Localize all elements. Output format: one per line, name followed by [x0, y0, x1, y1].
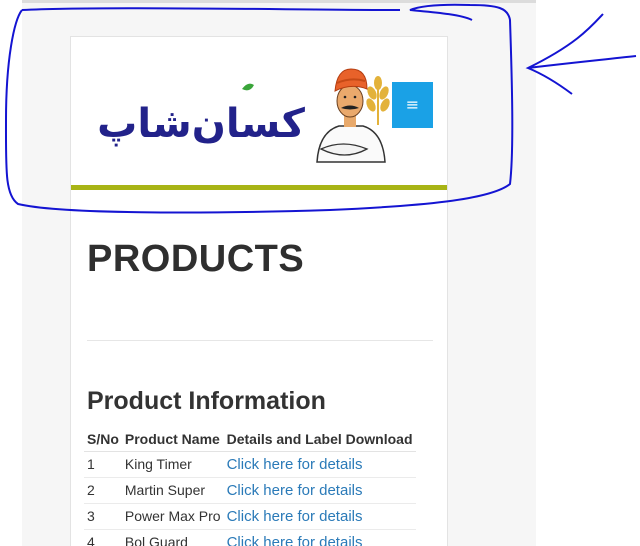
wheat-icon — [366, 76, 390, 125]
row-product-name: King Timer — [121, 451, 224, 478]
column-header-product-name: Product Name — [121, 427, 224, 452]
details-link[interactable]: Click here for details — [227, 534, 363, 546]
hamburger-icon: ≡ — [405, 95, 420, 114]
header-accent-bar — [71, 185, 447, 190]
row-sno: 4 — [84, 529, 122, 546]
details-link[interactable]: Click here for details — [227, 456, 363, 473]
row-product-name: Martin Super — [121, 477, 224, 504]
farmer-illustration — [316, 68, 390, 163]
table-row: 1 King Timer Click here for details — [84, 451, 416, 478]
row-sno: 1 — [84, 451, 122, 478]
row-sno: 3 — [84, 503, 122, 530]
section-title: Product Information — [87, 387, 326, 415]
divider — [87, 340, 433, 341]
column-header-sno: S/No — [84, 427, 122, 452]
page-title: PRODUCTS — [87, 238, 305, 280]
table-row: 3 Power Max Pro Click here for details — [84, 503, 416, 530]
table-header-row: S/No Product Name Details and Label Down… — [84, 427, 416, 452]
row-product-name: Power Max Pro — [121, 503, 224, 530]
details-link[interactable]: Click here for details — [227, 482, 363, 499]
kisan-shop-logo[interactable]: کسان‌شاپ — [71, 37, 447, 185]
site-container: کسان‌شاپ — [70, 36, 448, 546]
table-row: 2 Martin Super Click here for details — [84, 477, 416, 504]
row-product-name: Bol Guard — [121, 529, 224, 546]
table-row: 4 Bol Guard Click here for details — [84, 529, 416, 546]
details-link[interactable]: Click here for details — [227, 508, 363, 525]
row-sno: 2 — [84, 477, 122, 504]
menu-toggle-button[interactable]: ≡ — [392, 82, 433, 128]
logo-wordmark: کسان‌شاپ — [97, 101, 305, 147]
leaf-accent-icon — [242, 83, 254, 91]
site-header: کسان‌شاپ — [71, 37, 447, 185]
product-table: S/No Product Name Details and Label Down… — [84, 427, 416, 546]
column-header-details: Details and Label Download — [223, 427, 416, 452]
screenshot: کسان‌شاپ — [0, 0, 640, 546]
annotation-arrow-icon — [525, 13, 637, 95]
